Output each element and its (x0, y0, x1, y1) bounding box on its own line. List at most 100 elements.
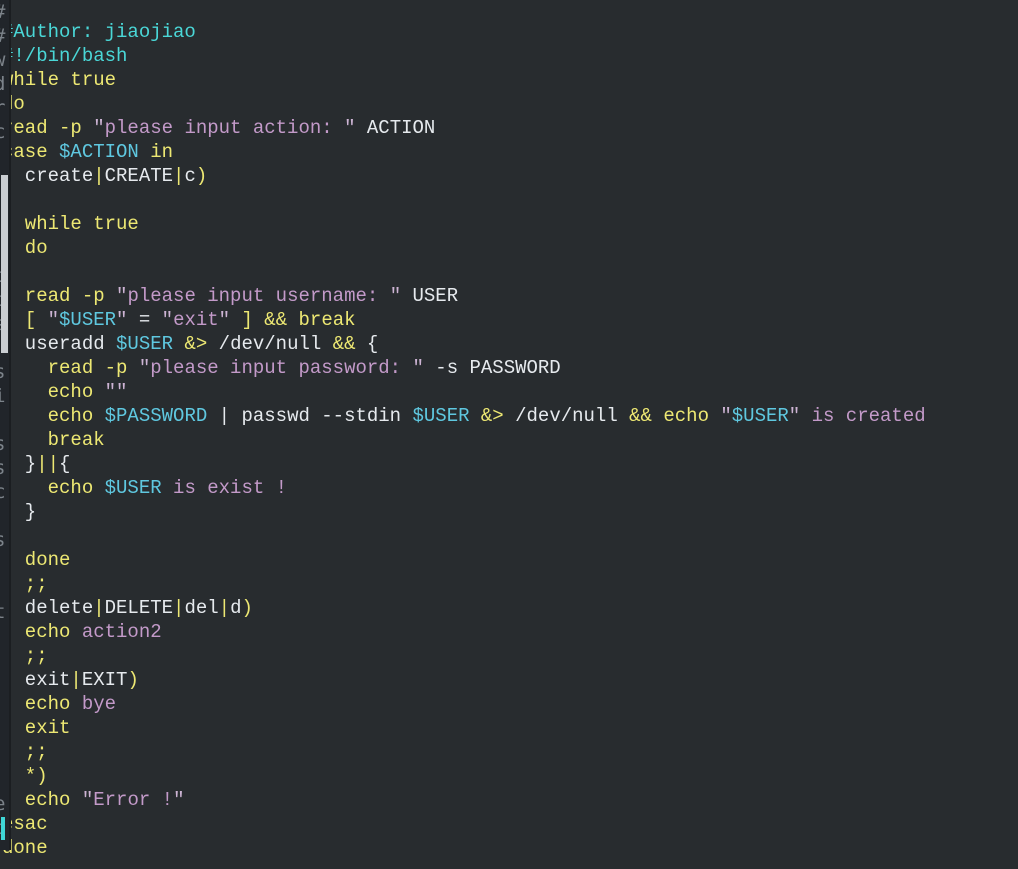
code-line[interactable]: esac (0, 812, 1018, 836)
code-token-kw: read -p (2, 117, 94, 139)
code-line[interactable]: done (0, 548, 1018, 572)
code-line[interactable]: echo $USER is exist ! (0, 476, 1018, 500)
code-line[interactable]: read -p "please input username: " USER (0, 284, 1018, 308)
code-token-plain: d (230, 597, 242, 619)
code-token-plain: /dev/null (207, 333, 333, 355)
code-token-plain: del (184, 597, 219, 619)
code-token-plain: = (127, 309, 162, 331)
code-line[interactable]: echo action2 (0, 620, 1018, 644)
code-line[interactable]: ;; (0, 644, 1018, 668)
code-token-plain: USER (401, 285, 459, 307)
code-token-var: $USER (412, 405, 470, 427)
code-line[interactable]: }||{ (0, 452, 1018, 476)
code-line[interactable]: case $ACTION in (0, 140, 1018, 164)
code-line[interactable]: create|CREATE|c) (0, 164, 1018, 188)
code-token-op: | (93, 597, 105, 619)
code-token-quote: " (161, 309, 174, 331)
code-token-op: ) (195, 165, 208, 187)
code-token-kw: echo (2, 405, 105, 427)
code-token-plain: -s PASSWORD (423, 357, 561, 379)
code-token-op: &> (184, 333, 208, 355)
code-line[interactable]: read -p "please input password: " -s PAS… (0, 356, 1018, 380)
code-token-quote: " (93, 117, 105, 139)
code-token-quote: " (412, 357, 424, 379)
code-token-kw: while true (2, 69, 117, 91)
code-line[interactable]: [ "$USER" = "exit" ] && break (0, 308, 1018, 332)
code-token-str: please input username: (127, 285, 390, 307)
code-token-var: $USER (731, 405, 789, 427)
code-token-op: | (218, 597, 231, 619)
code-token-op: && (629, 405, 652, 427)
code-token-str: is exist ! (161, 477, 288, 499)
code-line[interactable]: #!/bin/bash (0, 44, 1018, 68)
code-line[interactable]: echo "" (0, 380, 1018, 404)
code-token-kw: ] (230, 309, 265, 331)
code-token-kw: break (2, 429, 105, 451)
code-token-var: $USER (116, 333, 174, 355)
code-token-kw: echo (2, 477, 105, 499)
code-token-quote: " (116, 285, 128, 307)
code-line[interactable]: done (0, 836, 1018, 860)
code-token-quote: " (116, 309, 128, 331)
code-token-str: Error ! (93, 789, 174, 811)
code-line[interactable]: ;; (0, 740, 1018, 764)
code-token-quote: " (389, 285, 402, 307)
code-line[interactable]: useradd $USER &> /dev/null && { (0, 332, 1018, 356)
code-token-kw: echo (2, 789, 82, 811)
code-line[interactable]: delete|DELETE|del|d) (0, 596, 1018, 620)
code-line[interactable]: do (0, 236, 1018, 260)
code-token-plain: create (2, 165, 94, 187)
code-editor[interactable]: # # w d r c t t s s i s s c s t e d #Aut… (0, 0, 1018, 859)
code-token-var: $ACTION (59, 141, 139, 163)
code-token-op: | (173, 597, 185, 619)
code-line[interactable]: *) (0, 764, 1018, 788)
code-token-op: ) (241, 597, 253, 619)
code-token-var: $USER (59, 309, 117, 331)
vertical-scrollbar-track[interactable] (0, 0, 9, 850)
code-token-quote: " (788, 405, 801, 427)
code-token-plain: DELETE (104, 597, 174, 619)
code-token-kw: read -p (2, 357, 139, 379)
code-line[interactable]: exit|EXIT) (0, 668, 1018, 692)
code-token-kw: echo (663, 405, 721, 427)
code-token-str: please input action: (104, 117, 345, 139)
code-token-op: | (70, 669, 82, 691)
code-token-str: is created (800, 405, 926, 427)
code-token-quote: "" (104, 381, 128, 403)
code-line[interactable]: do (0, 92, 1018, 116)
code-line[interactable]: echo "Error !" (0, 788, 1018, 812)
code-token-quote: " (344, 117, 356, 139)
code-token-plain: /dev/null (503, 405, 630, 427)
code-token-var: $PASSWORD (104, 405, 208, 427)
code-token-kw: while true (2, 213, 139, 235)
code-token-plain: delete (2, 597, 94, 619)
code-token-kw: read -p (2, 285, 117, 307)
code-line[interactable]: echo bye (0, 692, 1018, 716)
code-token-plain: CREATE (104, 165, 174, 187)
code-token-op: && (264, 309, 299, 331)
code-line[interactable]: exit (0, 716, 1018, 740)
code-line[interactable]: ​ (0, 188, 1018, 212)
left-pane-sliver: # # w d r c t t s s i s s c s t e d (0, 0, 9, 850)
code-token-plain: useradd (2, 333, 117, 355)
code-token-quote: " (47, 309, 60, 331)
vertical-scrollbar-thumb[interactable] (1, 175, 8, 353)
code-line[interactable]: read -p "please input action: " ACTION (0, 116, 1018, 140)
code-line[interactable]: echo $PASSWORD | passwd --stdin $USER &>… (0, 404, 1018, 428)
code-token-op: ) (127, 669, 139, 691)
code-line[interactable]: ;; (0, 572, 1018, 596)
code-line[interactable]: while true (0, 212, 1018, 236)
code-line[interactable]: } (0, 500, 1018, 524)
text-caret (1, 817, 5, 840)
code-token-plain: exit (2, 669, 71, 691)
code-line[interactable]: while true (0, 68, 1018, 92)
code-token-str: action2 (81, 621, 162, 643)
code-line[interactable]: ​ (0, 524, 1018, 548)
code-line[interactable]: ​ (0, 260, 1018, 284)
code-line[interactable]: #Author: jiaojiao (0, 20, 1018, 44)
code-line[interactable]: break (0, 428, 1018, 452)
code-text-area[interactable]: #Author: jiaojiao #!/bin/bash while true do… (0, 19, 1018, 869)
